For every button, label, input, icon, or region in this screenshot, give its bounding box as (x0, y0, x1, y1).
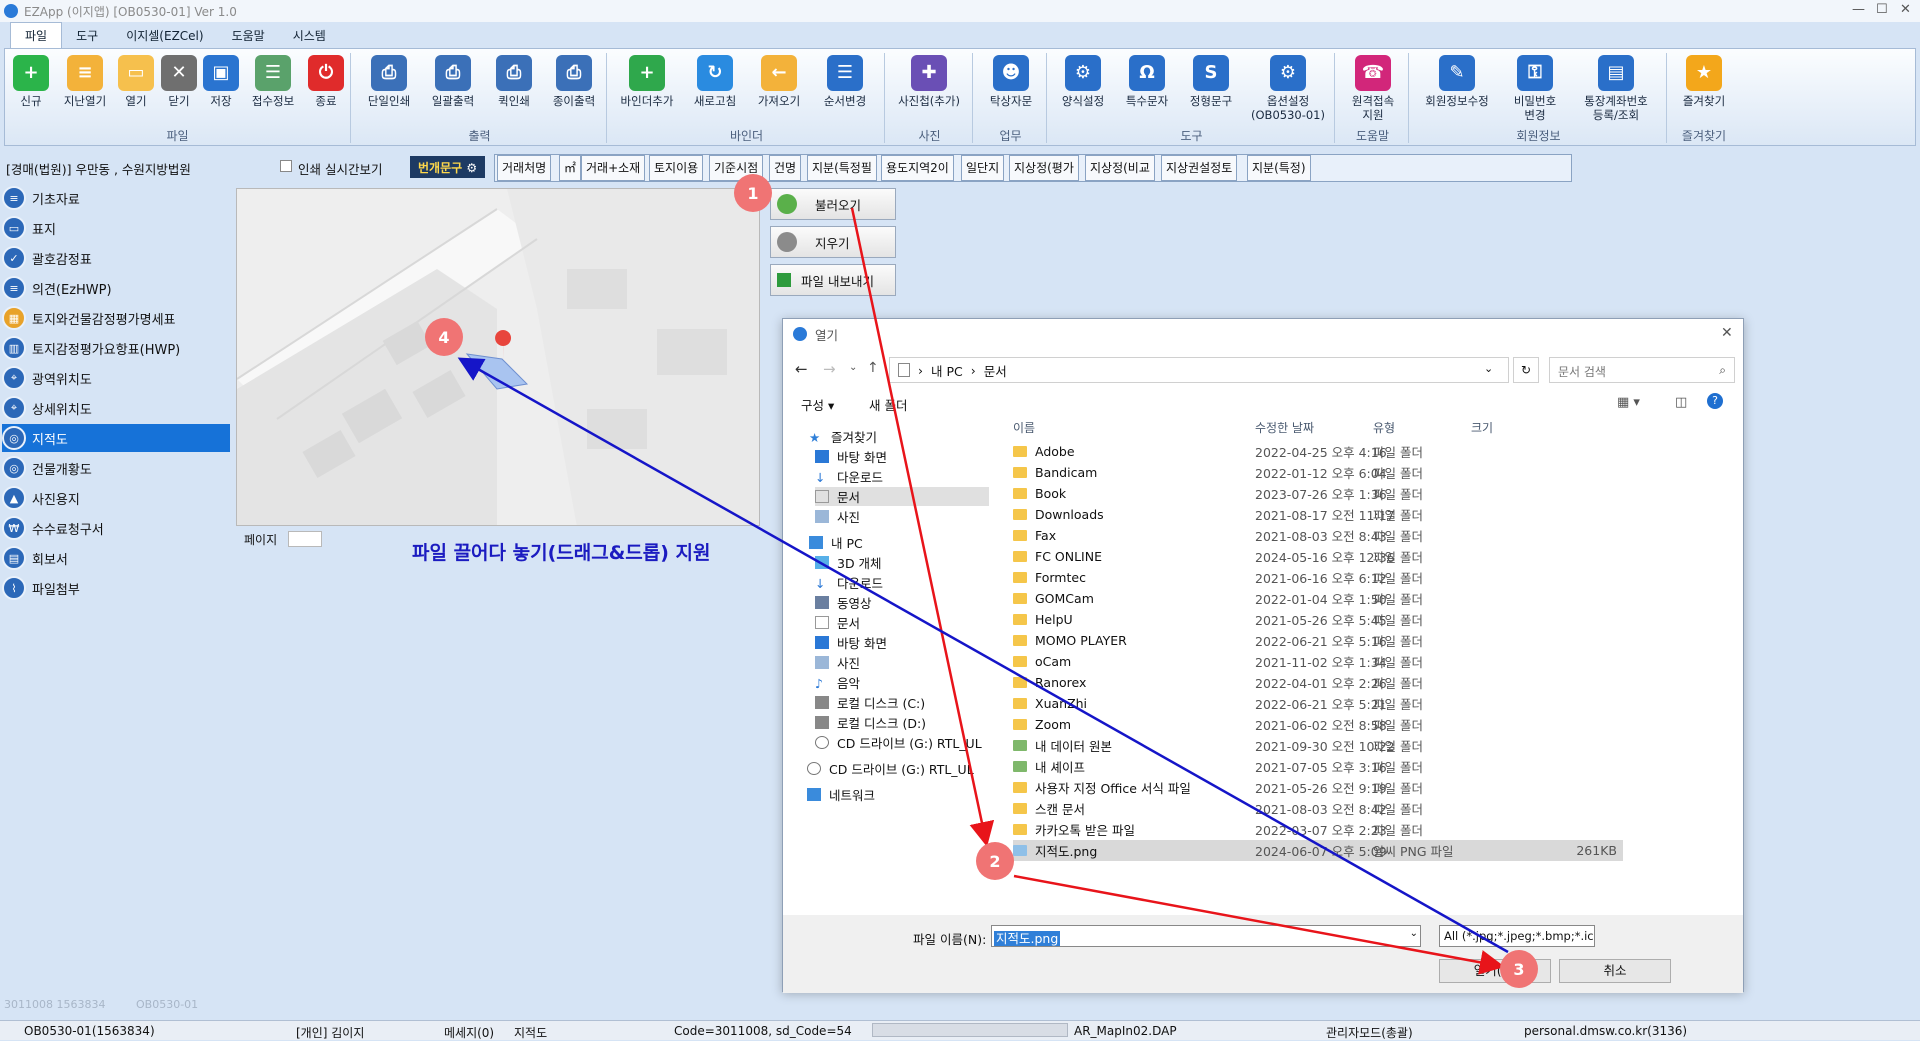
arrow-step-2-3 (1013, 874, 1505, 975)
status-code: OB0530-01(1563834) (24, 1024, 155, 1038)
status-codes: Code=3011008, sd_Code=54 (674, 1024, 852, 1038)
status-site: personal.dmsw.co.kr(3136) (1524, 1024, 1688, 1038)
step-badge-2: 2 (976, 842, 1014, 880)
arrow-step-1-2 (850, 207, 995, 847)
annotation-arrows (457, 207, 1509, 975)
status-file: AR_MapIn02.DAP (1074, 1024, 1177, 1038)
step-badge-3: 3 (1500, 950, 1538, 988)
status-messages[interactable]: 메세지(0) (444, 1024, 494, 1041)
step-badge-1: 1 (734, 174, 772, 212)
status-bar: OB0530-01(1563834) [개인] 김이지 메세지(0) 지적도 C… (0, 1020, 1920, 1040)
status-mode: 관리자모드(총괄) (1326, 1026, 1413, 1040)
status-page: 지적도 (514, 1026, 548, 1040)
status-progress (872, 1023, 1068, 1037)
step-badge-4: 4 (425, 318, 463, 356)
status-user: [개인] 김이지 (296, 1026, 365, 1040)
